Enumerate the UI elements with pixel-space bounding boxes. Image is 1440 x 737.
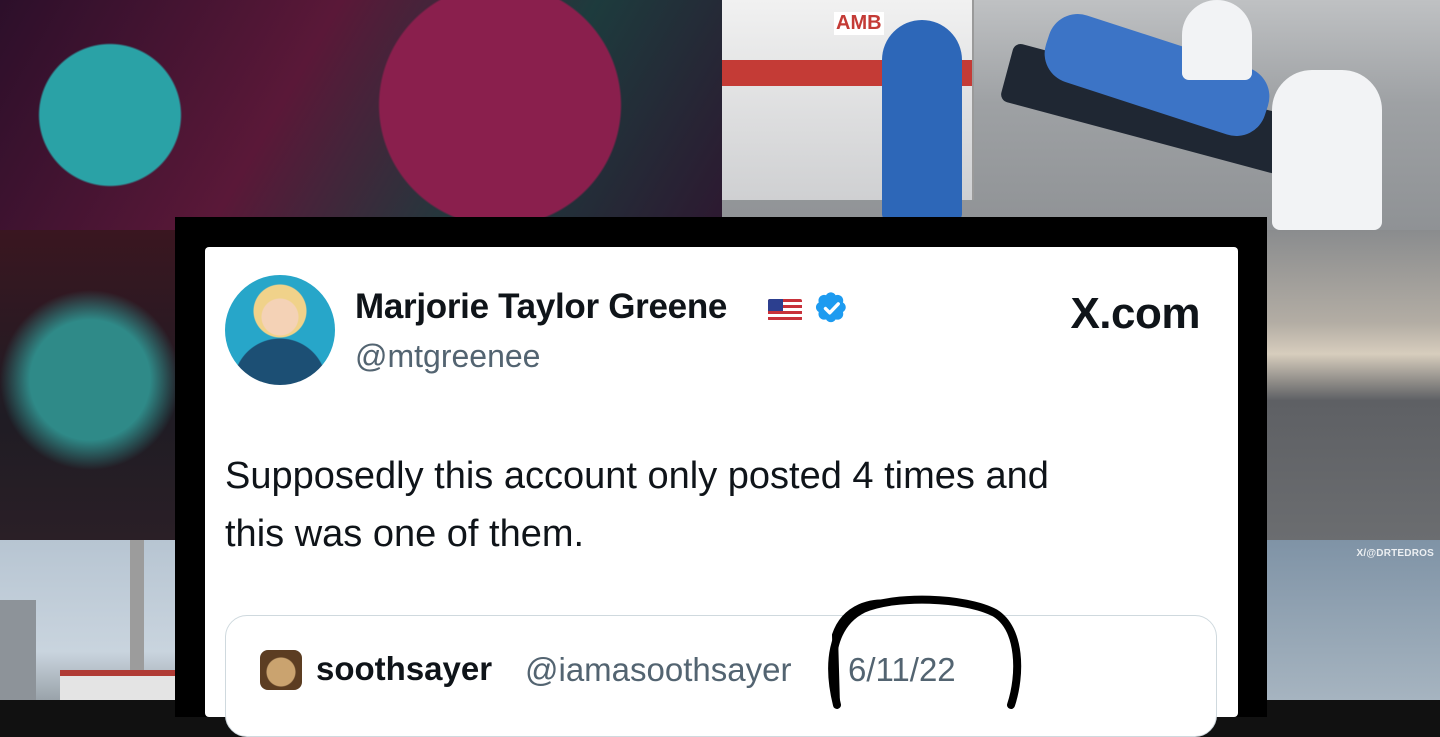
- quoted-author-handle[interactable]: @iamasoothsayer: [525, 651, 791, 689]
- site-label: X.com: [1070, 289, 1200, 338]
- quoted-author-name[interactable]: soothsayer: [316, 650, 492, 688]
- vehicle: [60, 670, 180, 700]
- airport-photo-background: [0, 540, 180, 700]
- medical-worker: [882, 20, 962, 220]
- tweet-text: Supposedly this account only posted 4 ti…: [225, 447, 1185, 563]
- tweet-text-line: Supposedly this account only posted 4 ti…: [225, 455, 1049, 497]
- verified-badge-icon: [815, 292, 846, 323]
- us-flag-icon: [768, 299, 802, 321]
- tweet-card: Marjorie Taylor Greene @mtgreenee X.com …: [205, 247, 1238, 737]
- ambulance-sign: AMB: [834, 12, 884, 35]
- author-avatar[interactable]: [225, 275, 335, 385]
- quoted-author-avatar: [260, 650, 302, 690]
- watermark: X/@DRTEDROS: [1356, 548, 1434, 559]
- sky-photo-background: X/@DRTEDROS: [1262, 540, 1440, 700]
- hazmat-worker: [1272, 70, 1382, 230]
- hazmat-worker: [1182, 0, 1252, 80]
- ambulance-photo-background: AMB: [722, 0, 1440, 230]
- airfield-photo-background: [1262, 230, 1440, 540]
- hangar: [0, 600, 36, 700]
- author-handle[interactable]: @mtgreenee: [355, 338, 540, 375]
- blurred-virus-background: [0, 230, 180, 540]
- quoted-tweet-date[interactable]: 6/11/22: [848, 651, 956, 689]
- virus-illustration-background: [0, 0, 722, 230]
- author-name[interactable]: Marjorie Taylor Greene: [355, 287, 727, 327]
- quoted-tweet-card[interactable]: soothsayer @iamasoothsayer 6/11/22: [225, 615, 1217, 737]
- tweet-text-line: this was one of them.: [225, 513, 585, 555]
